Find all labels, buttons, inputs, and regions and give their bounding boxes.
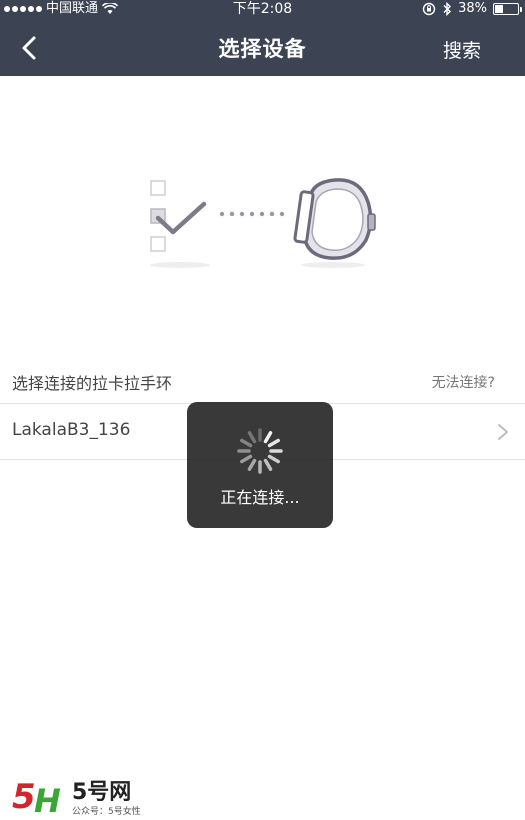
site-watermark: 5 H 5号网 公众号：5号女性 xyxy=(10,770,150,820)
loading-toast: 正在连接... xyxy=(187,402,333,528)
cannot-connect-link[interactable]: 无法连接? xyxy=(432,372,495,392)
device-name: LakalaB3_136 xyxy=(12,420,131,440)
top-bar: 中国联通 下午2:08 38% 选择设备 搜索 xyxy=(0,0,525,76)
spinner-spoke xyxy=(263,458,273,471)
site-logo: 5 H xyxy=(12,777,61,818)
battery-icon xyxy=(493,3,522,15)
site-name: 5号网 xyxy=(72,780,132,805)
orientation-lock-icon xyxy=(422,2,436,16)
svg-text:5: 5 xyxy=(12,777,36,817)
status-bar: 中国联通 下午2:08 38% xyxy=(0,0,525,18)
wristband-icon xyxy=(293,178,376,260)
spinner-spoke xyxy=(240,454,253,464)
svg-text:H: H xyxy=(34,782,61,818)
shadow-ellipse xyxy=(301,262,365,268)
device-list-header: 选择连接的拉卡拉手环 无法连接? xyxy=(0,362,525,402)
spinner-spoke xyxy=(247,431,257,444)
loading-spinner-icon xyxy=(237,428,283,474)
status-right: 38% xyxy=(422,0,522,18)
shadow-ellipse xyxy=(150,262,210,268)
spinner-spoke xyxy=(247,458,257,471)
connect-band-illustration xyxy=(150,178,376,268)
spinner-spoke xyxy=(240,438,253,448)
chevron-right-icon xyxy=(498,424,508,440)
battery-percent: 38% xyxy=(458,1,487,16)
bluetooth-icon xyxy=(443,2,452,16)
spinner-spoke xyxy=(267,454,280,464)
toast-message: 正在连接... xyxy=(220,488,300,507)
dotted-connector xyxy=(219,211,285,217)
spinner-spoke xyxy=(263,431,273,444)
spinner-spoke xyxy=(267,438,280,448)
section-title: 选择连接的拉卡拉手环 xyxy=(12,374,173,393)
search-button[interactable]: 搜索 xyxy=(443,36,481,63)
battery-level xyxy=(495,5,504,13)
checkbox-list-icon xyxy=(150,180,207,252)
site-subtitle: 公众号：5号女性 xyxy=(72,807,141,817)
